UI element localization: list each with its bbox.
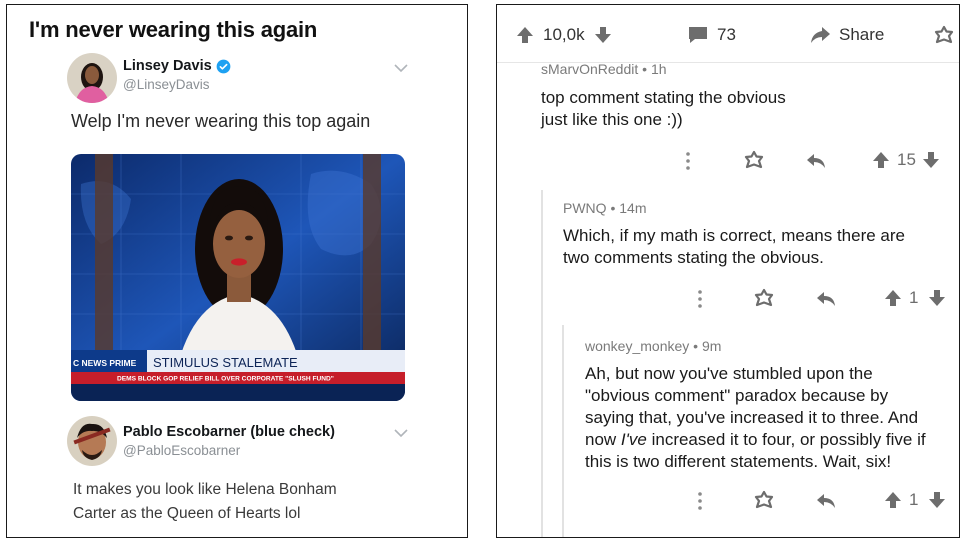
chyron-brand: C NEWS PRIME	[73, 358, 137, 368]
tweet2-text-line: It makes you look like Helena Bonham	[73, 481, 337, 498]
thread-line[interactable]	[562, 325, 564, 537]
upvote-arrow-icon[interactable]	[883, 288, 903, 308]
post-vote-group: 10,0k	[515, 25, 613, 45]
comment-score: 1	[909, 288, 919, 307]
share-arrow-icon	[811, 27, 830, 43]
tweet1-author-name[interactable]: Linsey Davis	[123, 58, 231, 74]
comment-text-line: two comments stating the obvious.	[563, 248, 824, 267]
verified-badge-icon	[216, 59, 231, 73]
chevron-down-icon[interactable]	[393, 63, 409, 73]
comment-text-line: saying that, you've increased it to thre…	[585, 408, 919, 427]
comments-button[interactable]: 73	[687, 25, 736, 45]
tweet1-handle[interactable]: @LinseyDavis	[123, 77, 209, 92]
comment-text-line: this is two different statements. Wait, …	[585, 452, 892, 471]
comment-meta: PWNQ • 14m	[563, 200, 646, 216]
downvote-arrow-icon[interactable]	[593, 25, 613, 45]
award-icon[interactable]	[753, 490, 775, 512]
comment-score: 15	[897, 150, 916, 169]
comment-text-line: "obvious comment" paradox because by	[585, 386, 889, 405]
comment-text-line: now I've increased it to four, or possib…	[585, 429, 926, 451]
chyron-headline: STIMULUS STALEMATE	[153, 355, 298, 370]
comment-body: top comment stating the obvious just lik…	[541, 87, 786, 131]
comment-text-line: Which, if my math is correct, means ther…	[563, 226, 905, 245]
meta-separator: •	[689, 338, 702, 354]
downvote-arrow-icon[interactable]	[927, 288, 947, 308]
chyron-subline: DEMS BLOCK GOP RELIEF BILL OVER CORPORAT…	[117, 376, 334, 383]
award-icon[interactable]	[743, 150, 765, 172]
tweet2-handle[interactable]: @PabloEscobarner	[123, 443, 240, 458]
comment-text-line: just like this one :))	[541, 110, 683, 129]
thread-line[interactable]	[541, 190, 543, 537]
comment-meta: sMarvOnReddit • 1h	[541, 61, 667, 77]
upvote-arrow-icon[interactable]	[883, 490, 903, 510]
share-button[interactable]: Share	[809, 25, 884, 45]
comment-meta: wonkey_monkey • 9m	[585, 338, 721, 354]
reply-arrow-icon[interactable]	[805, 150, 827, 172]
comment-author[interactable]: wonkey_monkey	[585, 338, 689, 354]
meta-separator: •	[638, 61, 651, 77]
comment-actions: 1	[689, 288, 959, 312]
reply-arrow-icon[interactable]	[815, 490, 837, 512]
comment-age: 1h	[650, 61, 667, 77]
comment-score: 1	[909, 490, 919, 509]
post-action-bar: 10,0k 73 Share	[497, 5, 959, 63]
pablo-avatar[interactable]	[67, 416, 117, 466]
more-options-icon[interactable]	[685, 150, 691, 172]
upvote-arrow-icon[interactable]	[515, 25, 535, 45]
more-options-icon[interactable]	[697, 490, 703, 512]
award-icon[interactable]	[933, 25, 955, 47]
comment-actions: 1	[689, 490, 959, 514]
chevron-down-icon[interactable]	[393, 428, 409, 438]
share-label: Share	[839, 25, 885, 44]
comment-author[interactable]: PWNQ	[563, 200, 607, 216]
comment-count: 73	[717, 25, 736, 44]
tweet1-text: Welp I'm never wearing this top again	[71, 111, 371, 131]
tweet2-text-line: Carter as the Queen of Hearts lol	[73, 505, 301, 522]
comment-text-emphasis: I've	[620, 430, 647, 449]
news-broadcast-image[interactable]: C NEWS PRIME STIMULUS STALEMATE DEMS BLO…	[71, 154, 405, 401]
linsey-avatar[interactable]	[67, 53, 117, 103]
comment-body: Ah, but now you've stumbled upon the "ob…	[585, 363, 926, 473]
downvote-arrow-icon[interactable]	[927, 490, 947, 510]
comment-age: 14m	[619, 200, 647, 216]
tweet-screenshot-panel: I'm never wearing this again Linsey Davi…	[6, 4, 468, 538]
more-options-icon[interactable]	[697, 288, 703, 310]
comment-text-line: top comment stating the obvious	[541, 88, 786, 107]
reddit-comments-panel: 10,0k 73 Share sMarvOnReddit • 1h top co…	[496, 4, 960, 538]
tweet2-author-name[interactable]: Pablo Escobarner (blue check)	[123, 424, 335, 440]
award-icon[interactable]	[753, 288, 775, 310]
meme-title: I'm never wearing this again	[29, 17, 318, 42]
comment-text-fragment: now	[585, 430, 621, 449]
tweet1-name-text: Linsey Davis	[123, 58, 212, 74]
comment-age: 9m	[701, 338, 722, 354]
upvote-arrow-icon[interactable]	[871, 150, 891, 170]
reply-arrow-icon[interactable]	[815, 288, 837, 310]
comment-body: Which, if my math is correct, means ther…	[563, 225, 905, 269]
comment-text-fragment: increased it to four, or possibly five i…	[646, 430, 926, 449]
comment-bubble-icon	[689, 27, 707, 43]
tweet2-text: It makes you look like Helena Bonham Car…	[73, 478, 403, 526]
meta-separator: •	[606, 200, 620, 216]
comment-actions: 15	[677, 150, 957, 174]
post-score: 10,0k	[543, 25, 585, 44]
comment-author[interactable]: sMarvOnReddit	[541, 61, 638, 77]
comment-text-line: Ah, but now you've stumbled upon the	[585, 364, 873, 383]
downvote-arrow-icon[interactable]	[921, 150, 941, 170]
